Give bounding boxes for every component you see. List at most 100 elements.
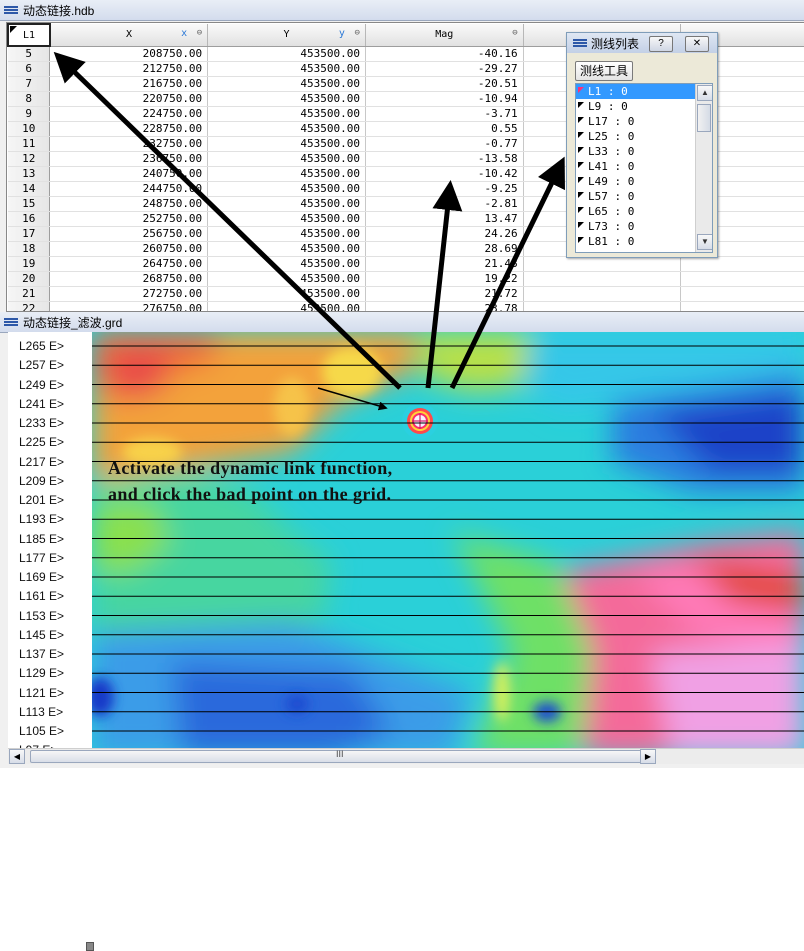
row-number[interactable]: 9 bbox=[8, 106, 51, 122]
line-label[interactable]: L121 E> bbox=[19, 685, 64, 701]
row-number[interactable]: 6 bbox=[8, 61, 51, 77]
cell-mag[interactable]: 0.55 bbox=[365, 121, 524, 137]
cell-x[interactable]: 256750.00 bbox=[49, 226, 209, 242]
line-label[interactable]: L257 E> bbox=[19, 357, 64, 373]
table-row[interactable]: 19 264750.00 453500.00 21.48 bbox=[8, 256, 804, 272]
line-label[interactable]: L233 E> bbox=[19, 415, 64, 431]
scroll-right-icon[interactable]: ▶ bbox=[640, 749, 656, 764]
column-menu-icon[interactable]: ⊖ bbox=[355, 28, 360, 38]
cell-x[interactable]: 272750.00 bbox=[49, 286, 209, 302]
line-tool-button[interactable]: 测线工具 bbox=[575, 61, 634, 81]
row-number[interactable]: 7 bbox=[8, 76, 51, 92]
line-list-item[interactable]: L57 : 0 bbox=[576, 189, 712, 204]
cell-empty[interactable] bbox=[523, 301, 682, 311]
scroll-thumb[interactable] bbox=[697, 104, 711, 132]
line-label[interactable]: L177 E> bbox=[19, 550, 64, 566]
cell-mag[interactable]: 13.47 bbox=[365, 211, 524, 227]
line-label[interactable]: L113 E> bbox=[19, 704, 63, 720]
line-list-item[interactable]: L81 : 0 bbox=[576, 234, 712, 249]
database-titlebar[interactable]: 动态链接.hdb bbox=[0, 0, 804, 21]
cell-y[interactable]: 453500.00 bbox=[207, 91, 366, 107]
column-header-mag[interactable]: Mag ⊖ bbox=[365, 24, 524, 47]
cell-mag[interactable]: -40.16 bbox=[365, 46, 524, 62]
row-number[interactable]: 12 bbox=[8, 151, 51, 167]
line-label[interactable]: L225 E> bbox=[19, 434, 64, 450]
row-number[interactable]: 17 bbox=[8, 226, 51, 242]
scroll-up-icon[interactable]: ▲ bbox=[697, 85, 712, 101]
cell-empty[interactable] bbox=[680, 301, 804, 311]
row-number[interactable]: 10 bbox=[8, 121, 51, 137]
cell-y[interactable]: 453500.00 bbox=[207, 301, 366, 311]
table-row[interactable]: 22 276750.00 453500.00 23.78 bbox=[8, 301, 804, 311]
line-label[interactable]: L169 E> bbox=[19, 569, 64, 585]
cell-empty[interactable] bbox=[523, 256, 682, 272]
row-number[interactable]: 19 bbox=[8, 256, 51, 272]
cell-empty[interactable] bbox=[523, 271, 682, 287]
cell-x[interactable]: 236750.00 bbox=[49, 151, 209, 167]
line-label[interactable]: L217 E> bbox=[19, 454, 64, 470]
cell-mag[interactable]: 28.69 bbox=[365, 241, 524, 257]
row-number[interactable]: 11 bbox=[8, 136, 51, 152]
row-number[interactable]: 20 bbox=[8, 271, 51, 287]
line-list-item[interactable]: L33 : 0 bbox=[576, 144, 712, 159]
cell-empty[interactable] bbox=[680, 286, 804, 302]
row-number[interactable]: 13 bbox=[8, 166, 51, 182]
line-list-item[interactable]: L9 : 0 bbox=[576, 99, 712, 114]
row-number[interactable]: 8 bbox=[8, 91, 51, 107]
cell-y[interactable]: 453500.00 bbox=[207, 196, 366, 212]
line-label[interactable]: L129 E> bbox=[19, 665, 64, 681]
line-list-item[interactable]: L41 : 0 bbox=[576, 159, 712, 174]
cell-y[interactable]: 453500.00 bbox=[207, 256, 366, 272]
row-number[interactable]: 15 bbox=[8, 196, 51, 212]
line-label[interactable]: L265 E> bbox=[19, 338, 64, 354]
line-label[interactable]: L161 E> bbox=[19, 588, 64, 604]
grid-titlebar[interactable]: 动态链接_滤波.grd bbox=[0, 312, 804, 333]
scroll-left-icon[interactable]: ◀ bbox=[9, 749, 25, 764]
cell-x[interactable]: 276750.00 bbox=[49, 301, 209, 311]
line-label[interactable]: L185 E> bbox=[19, 531, 64, 547]
cell-mag[interactable]: -29.27 bbox=[365, 61, 524, 77]
cell-empty[interactable] bbox=[680, 271, 804, 287]
cell-x[interactable]: 220750.00 bbox=[49, 91, 209, 107]
list-scrollbar[interactable]: ▲ ▼ bbox=[695, 84, 712, 252]
ruler-marker[interactable] bbox=[86, 942, 94, 951]
cell-y[interactable]: 453500.00 bbox=[207, 151, 366, 167]
cell-x[interactable]: 232750.00 bbox=[49, 136, 209, 152]
line-list-item[interactable]: L17 : 0 bbox=[576, 114, 712, 129]
cell-x[interactable]: 264750.00 bbox=[49, 256, 209, 272]
cell-mag[interactable]: -3.71 bbox=[365, 106, 524, 122]
line-label[interactable]: L201 E> bbox=[19, 492, 64, 508]
cell-mag[interactable]: -13.58 bbox=[365, 151, 524, 167]
line-list[interactable]: L1 : 0 L9 : 0 L17 : 0 L25 : 0 L33 : 0 L41 : 0… bbox=[575, 83, 713, 253]
line-list-item[interactable]: L65 : 0 bbox=[576, 204, 712, 219]
cell-y[interactable]: 453500.00 bbox=[207, 241, 366, 257]
row-number[interactable]: 5 bbox=[8, 46, 51, 62]
cell-x[interactable]: 248750.00 bbox=[49, 196, 209, 212]
scroll-down-icon[interactable]: ▼ bbox=[697, 234, 712, 250]
cell-y[interactable]: 453500.00 bbox=[207, 286, 366, 302]
line-label[interactable]: L193 E> bbox=[19, 511, 64, 527]
cell-y[interactable]: 453500.00 bbox=[207, 106, 366, 122]
line-label[interactable]: L145 E> bbox=[19, 627, 64, 643]
cell-mag[interactable]: -2.81 bbox=[365, 196, 524, 212]
cell-y[interactable]: 453500.00 bbox=[207, 166, 366, 182]
table-corner[interactable]: L1 bbox=[7, 23, 51, 47]
cell-mag[interactable]: -10.42 bbox=[365, 166, 524, 182]
cell-mag[interactable]: -0.77 bbox=[365, 136, 524, 152]
line-label[interactable]: L153 E> bbox=[19, 608, 64, 624]
row-number[interactable]: 14 bbox=[8, 181, 51, 197]
cell-y[interactable]: 453500.00 bbox=[207, 181, 366, 197]
cell-y[interactable]: 453500.00 bbox=[207, 46, 366, 62]
row-number[interactable]: 18 bbox=[8, 241, 51, 257]
help-button[interactable]: ? bbox=[649, 36, 673, 52]
cell-mag[interactable]: -20.51 bbox=[365, 76, 524, 92]
column-header-x[interactable]: Xx ⊖ bbox=[49, 24, 209, 47]
cell-mag[interactable]: 21.72 bbox=[365, 286, 524, 302]
table-row[interactable]: 21 272750.00 453500.00 21.72 bbox=[8, 286, 804, 302]
cell-x[interactable]: 244750.00 bbox=[49, 181, 209, 197]
cell-y[interactable]: 453500.00 bbox=[207, 136, 366, 152]
cell-x[interactable]: 228750.00 bbox=[49, 121, 209, 137]
line-label[interactable]: L137 E> bbox=[19, 646, 64, 662]
cell-y[interactable]: 453500.00 bbox=[207, 271, 366, 287]
grid-map[interactable] bbox=[92, 332, 804, 757]
